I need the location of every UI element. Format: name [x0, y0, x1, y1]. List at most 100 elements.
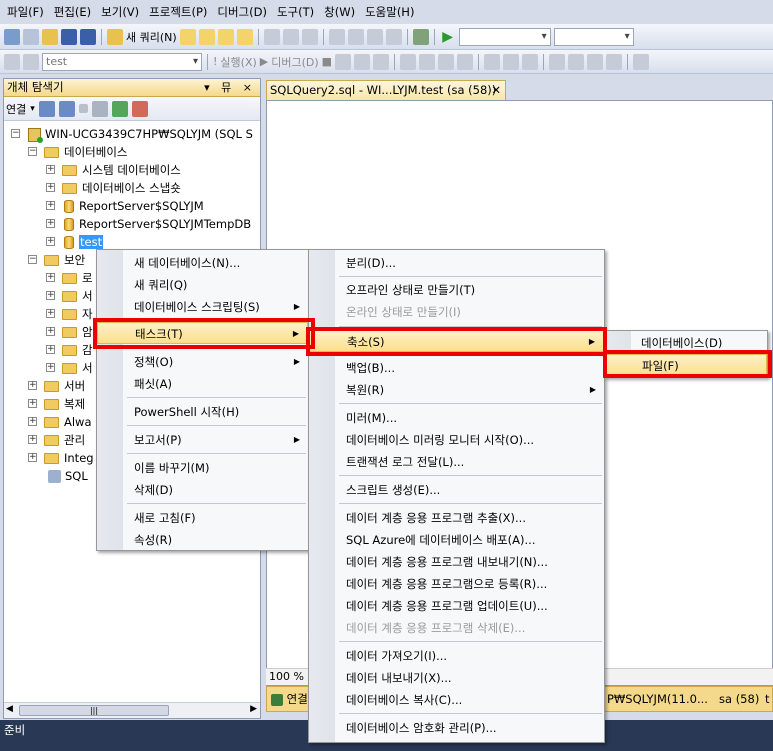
expand-toggle-icon[interactable]: +: [28, 381, 37, 390]
expand-toggle-icon[interactable]: +: [28, 453, 37, 462]
expand-toggle-icon[interactable]: +: [46, 291, 55, 300]
available-databases-combo[interactable]: test: [42, 52, 202, 71]
menu-item-export-dac[interactable]: 데이터 계층 응용 프로그램 내보내기(N)...: [309, 551, 604, 573]
menu-item-manage-encryption[interactable]: 데이터베이스 암호화 관리(P)...: [309, 717, 604, 739]
menu-item-detach[interactable]: 분리(D)...: [309, 252, 604, 274]
query-designer-icon[interactable]: [373, 53, 390, 70]
client-stats-icon[interactable]: [457, 53, 474, 70]
collapse-toggle-icon[interactable]: −: [28, 147, 37, 156]
disconnect-icon[interactable]: [58, 100, 75, 117]
expand-toggle-icon[interactable]: +: [46, 309, 55, 318]
new-project-icon[interactable]: [4, 28, 20, 45]
tree-node-database-snapshots[interactable]: + 데이터베이스 스냅숏: [42, 179, 181, 197]
menu-item-take-offline[interactable]: 오프라인 상태로 만들기(T): [309, 279, 604, 301]
menu-item-refresh[interactable]: 새로 고침(F): [97, 507, 308, 529]
menu-item-tasks[interactable]: 태스크(T) ▶: [97, 322, 308, 344]
tree-node-reportserver[interactable]: + ReportServer$SQLYJM: [42, 197, 204, 215]
menu-item-extract-dac[interactable]: 데이터 계층 응용 프로그램 추출(X)...: [309, 507, 604, 529]
tree-node-security[interactable]: − 보안: [24, 251, 85, 269]
scroll-right-icon[interactable]: ▶: [250, 704, 257, 714]
tree-node-server[interactable]: − WIN-UCG3439C7HP₩SQLYJM (SQL S: [6, 125, 253, 143]
redo-icon[interactable]: [347, 28, 364, 45]
menu-item-rename[interactable]: 이름 바꾸기(M): [97, 457, 308, 479]
change-connection-icon[interactable]: [23, 53, 39, 70]
collapse-toggle-icon[interactable]: −: [28, 255, 37, 264]
undo-icon[interactable]: [328, 28, 345, 45]
query-dmx-icon[interactable]: [198, 28, 215, 45]
refresh-icon[interactable]: [111, 100, 128, 117]
activity-monitor-icon[interactable]: [131, 100, 148, 117]
tree-node-cryptographic[interactable]: + 암: [42, 323, 93, 341]
menu-item-backup[interactable]: 백업(B)...: [309, 357, 604, 379]
navigate-back-icon[interactable]: [366, 28, 383, 45]
tree-node-logins[interactable]: + 로: [42, 269, 93, 287]
debug-button[interactable]: 디버그(D): [271, 54, 318, 70]
expand-toggle-icon[interactable]: +: [28, 417, 37, 426]
tree-node-sql-agent[interactable]: SQL: [24, 467, 88, 485]
tree-node-management[interactable]: + 관리: [24, 431, 85, 449]
menu-item-deploy-azure[interactable]: SQL Azure에 데이터베이스 배포(A)...: [309, 529, 604, 551]
menu-item-powershell[interactable]: PowerShell 시작(H): [97, 401, 308, 423]
cut-icon[interactable]: [263, 28, 280, 45]
tab-sqlquery2[interactable]: SQLQuery2.sql - WI...LYJM.test (sa (58))…: [266, 80, 506, 100]
expand-toggle-icon[interactable]: +: [28, 435, 37, 444]
tree-node-audits[interactable]: + 감: [42, 341, 93, 359]
save-icon[interactable]: [61, 28, 77, 45]
tree-node-server-roles[interactable]: + 서: [42, 287, 93, 305]
menu-item-mirror[interactable]: 미러(M)...: [309, 407, 604, 429]
connect-icon[interactable]: [4, 53, 20, 70]
menu-edit[interactable]: 편집(E): [49, 0, 96, 24]
query-xmla-icon[interactable]: [217, 28, 234, 45]
expand-toggle-icon[interactable]: +: [46, 273, 55, 282]
menu-item-log-shipping[interactable]: 트랜잭션 로그 전달(L)...: [309, 451, 604, 473]
tree-node-server-audit-spec[interactable]: + 서: [42, 359, 93, 377]
parse-icon[interactable]: [335, 53, 352, 70]
expand-toggle-icon[interactable]: +: [28, 399, 37, 408]
menu-item-import-data[interactable]: 데이터 가져오기(I)...: [309, 645, 604, 667]
stop-icon[interactable]: [78, 104, 88, 113]
menu-item-properties[interactable]: 속성(R): [97, 529, 308, 551]
menu-file[interactable]: 파일(F): [2, 0, 49, 24]
menu-item-register-dac[interactable]: 데이터 계층 응용 프로그램으로 등록(R)...: [309, 573, 604, 595]
close-icon[interactable]: ✕: [491, 81, 501, 100]
tree-node-replication[interactable]: + 복제: [24, 395, 85, 413]
scroll-thumb[interactable]: |||: [19, 705, 169, 716]
navigate-forward-icon[interactable]: [385, 28, 402, 45]
add-item-icon[interactable]: [23, 28, 39, 45]
comment-icon[interactable]: [549, 53, 566, 70]
chevron-down-icon[interactable]: ▾: [30, 104, 35, 114]
activity-monitor-icon[interactable]: [412, 28, 429, 45]
menu-debug[interactable]: 디버그(D): [212, 0, 272, 24]
open-folder-icon[interactable]: [42, 28, 58, 45]
menu-item-restore[interactable]: 복원(R) ▶: [309, 379, 604, 401]
solution-config-combo[interactable]: [458, 27, 551, 46]
paste-icon[interactable]: [301, 28, 318, 45]
menu-item-upgrade-dac[interactable]: 데이터 계층 응용 프로그램 업데이트(U)...: [309, 595, 604, 617]
results-file-icon[interactable]: [522, 53, 539, 70]
horizontal-scrollbar[interactable]: ◀ ||| ▶: [4, 702, 260, 718]
expand-toggle-icon[interactable]: +: [46, 237, 55, 246]
uncomment-icon[interactable]: [568, 53, 585, 70]
collapse-toggle-icon[interactable]: −: [11, 129, 20, 138]
tree-node-reportserver-tempdb[interactable]: + ReportServer$SQLYJMTempDB: [42, 215, 251, 233]
tree-node-system-databases[interactable]: + 시스템 데이터베이스: [42, 161, 181, 179]
menu-item-script-database[interactable]: 데이터베이스 스크립팅(S) ▶: [97, 296, 308, 318]
menu-item-copy-database[interactable]: 데이터베이스 복사(C)...: [309, 689, 604, 711]
menu-tools[interactable]: 도구(T): [272, 0, 319, 24]
tree-node-integration[interactable]: + Integ: [24, 449, 94, 467]
start-debug-icon[interactable]: ▶: [440, 29, 456, 45]
menu-item-shrink-file[interactable]: 파일(F): [605, 354, 767, 376]
connect-object-explorer-icon[interactable]: [38, 100, 55, 117]
query-mdx-icon[interactable]: [179, 28, 196, 45]
tree-node-server-objects[interactable]: + 서버: [24, 377, 85, 395]
expand-toggle-icon[interactable]: +: [46, 219, 55, 228]
copy-icon[interactable]: [282, 28, 299, 45]
tree-node-databases[interactable]: − 데이터베이스: [24, 143, 127, 161]
connect-dropdown[interactable]: 연결: [6, 101, 26, 117]
menu-help[interactable]: 도움말(H): [360, 0, 419, 24]
results-text-icon[interactable]: [484, 53, 501, 70]
stop-icon[interactable]: ■: [322, 55, 332, 68]
filter-icon[interactable]: [91, 100, 108, 117]
menu-item-mirroring-monitor[interactable]: 데이터베이스 미러링 모니터 시작(O)...: [309, 429, 604, 451]
query-dax-icon[interactable]: [236, 28, 253, 45]
